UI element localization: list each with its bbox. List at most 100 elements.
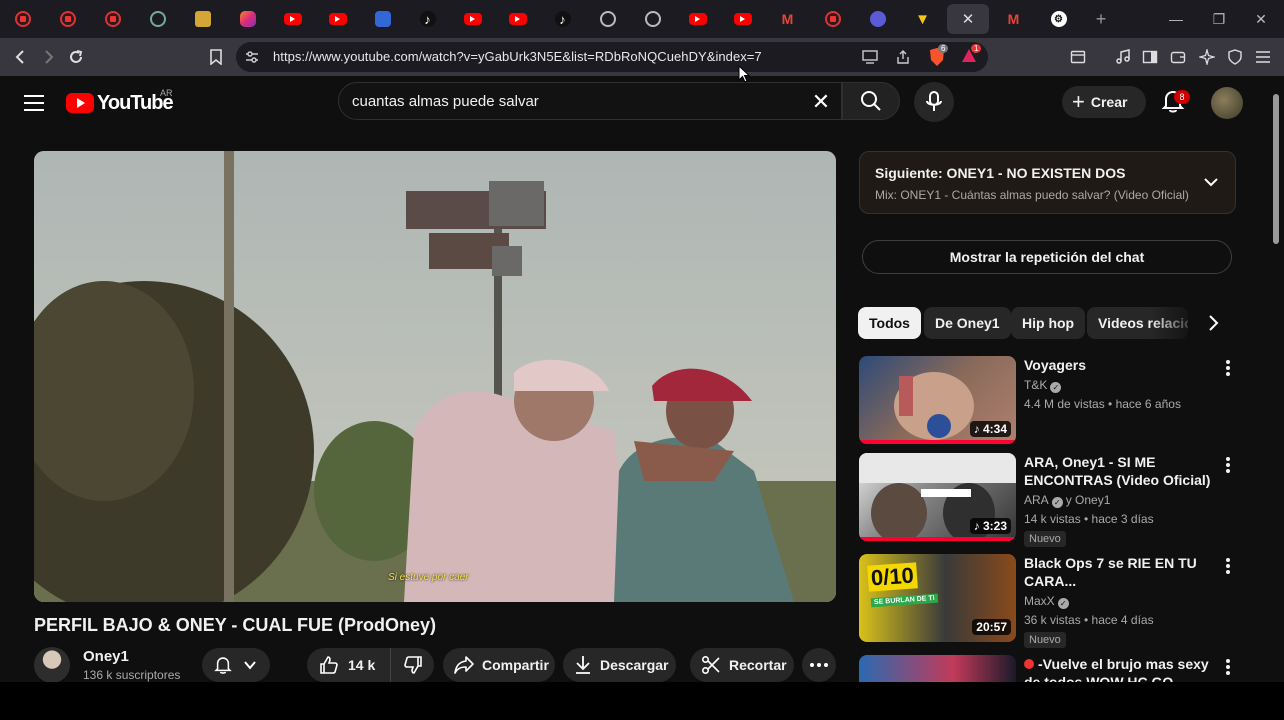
list-item[interactable]: 0/10 SE BURLAN DE TI 20:57 Black Ops 7 s…	[859, 554, 1239, 650]
window-close-icon[interactable]: ✕	[1240, 0, 1282, 38]
tab[interactable]: ♪	[540, 4, 585, 34]
search-button[interactable]	[842, 82, 900, 120]
tab-search-icon[interactable]	[1064, 43, 1092, 71]
tab[interactable]	[675, 4, 720, 34]
list-item[interactable]: -Vuelve el brujo mas sexy de todos WOW H…	[859, 655, 1239, 682]
plus-icon: +	[1072, 89, 1085, 114]
tab[interactable]	[810, 4, 855, 34]
chip-from-oney1[interactable]: De Oney1	[924, 307, 1011, 339]
channel-name[interactable]: ARA ✓ y Oney1	[1024, 493, 1110, 508]
dislike-button[interactable]	[391, 648, 434, 682]
vpn-shield-icon[interactable]	[1221, 43, 1249, 71]
playlist-next-panel[interactable]: Siguiente: ONEY1 - NO EXISTEN DOS Mix: O…	[859, 151, 1236, 214]
video-title[interactable]: ARA, Oney1 - SI ME ENCONTRAS (Video Ofic…	[1024, 453, 1214, 489]
video-stats: 36 k vistas • hace 4 días	[1024, 613, 1154, 627]
leo-ai-icon[interactable]	[1193, 43, 1221, 71]
url-text[interactable]: https://www.youtube.com/watch?v=yGabUrk3…	[273, 49, 762, 64]
wallet-icon[interactable]	[1164, 43, 1192, 71]
video-title[interactable]: -Vuelve el brujo mas sexy de todos WOW H…	[1024, 655, 1214, 682]
verified-icon: ✓	[1057, 598, 1069, 609]
mouse-cursor-icon	[738, 65, 750, 83]
minimize-icon[interactable]: —	[1155, 0, 1197, 38]
channel-avatar[interactable]	[34, 647, 70, 682]
new-tab-button[interactable]: +	[1081, 9, 1121, 30]
close-icon[interactable]: ✕	[962, 10, 975, 28]
account-avatar[interactable]	[1211, 87, 1243, 119]
back-icon[interactable]	[7, 43, 35, 71]
menu-icon[interactable]	[1249, 43, 1277, 71]
search-input[interactable]: cuantas almas puede salvar	[352, 93, 539, 110]
channel-name[interactable]: MaxX ✓	[1024, 594, 1072, 609]
more-vertical-icon[interactable]	[1225, 360, 1231, 376]
video-thumbnail[interactable]: 0/10 SE BURLAN DE TI 20:57	[859, 554, 1016, 642]
list-item[interactable]: ♪ 4:34 Voyagers T&K ✓ 4.4 M de vistas • h…	[859, 356, 1239, 452]
tab[interactable]: ⚙	[1036, 4, 1081, 34]
brave-rewards-icon[interactable]: 1	[960, 44, 982, 67]
share-button[interactable]: Compartir	[443, 648, 555, 682]
tab[interactable]: M	[765, 4, 810, 34]
site-settings-icon[interactable]	[242, 47, 262, 67]
reload-icon[interactable]	[62, 43, 90, 71]
restore-icon[interactable]: ❐	[1198, 0, 1240, 38]
more-vertical-icon[interactable]	[1225, 457, 1231, 473]
brave-shields-icon[interactable]: 6	[928, 44, 949, 67]
more-actions-button[interactable]	[802, 648, 836, 682]
media-icon[interactable]	[1109, 43, 1137, 71]
tab[interactable]	[0, 4, 45, 34]
tab[interactable]	[630, 4, 675, 34]
address-bar[interactable]: https://www.youtube.com/watch?v=yGabUrk3…	[236, 42, 988, 72]
tab[interactable]	[180, 4, 225, 34]
tab[interactable]	[135, 4, 180, 34]
show-chat-replay-button[interactable]: Mostrar la repetición del chat	[862, 240, 1232, 274]
more-vertical-icon[interactable]	[1225, 659, 1231, 675]
like-button[interactable]: 14 k	[307, 648, 391, 682]
chip-hip-hop[interactable]: Hip hop	[1011, 307, 1086, 339]
tab[interactable]	[315, 4, 360, 34]
tab[interactable]	[270, 4, 315, 34]
tab[interactable]	[450, 4, 495, 34]
tab[interactable]	[495, 4, 540, 34]
video-thumbnail[interactable]: ♪ 4:34	[859, 356, 1016, 444]
share-icon[interactable]	[893, 47, 913, 67]
subscribed-bell-button[interactable]	[202, 648, 270, 682]
tab[interactable]	[360, 4, 405, 34]
forward-icon[interactable]	[34, 43, 62, 71]
tab[interactable]	[585, 4, 630, 34]
bookmark-icon[interactable]	[202, 43, 230, 71]
video-player[interactable]	[34, 151, 836, 602]
scrollbar-thumb[interactable]	[1273, 94, 1279, 244]
chevron-right-icon[interactable]	[1203, 313, 1223, 333]
tab[interactable]: ♪	[405, 4, 450, 34]
channel-name[interactable]: Oney1	[83, 648, 129, 665]
like-dislike-group: 14 k	[307, 648, 434, 682]
download-button[interactable]: Descargar	[563, 648, 676, 682]
create-button[interactable]: + Crear	[1062, 86, 1146, 118]
tab[interactable]	[45, 4, 90, 34]
youtube-logo[interactable]: YouTube	[66, 91, 174, 115]
more-vertical-icon[interactable]	[1225, 558, 1231, 574]
list-item[interactable]: ♪ 3:23 ARA, Oney1 - SI ME ENCONTRAS (Vid…	[859, 453, 1239, 549]
tab[interactable]	[855, 4, 900, 34]
tab[interactable]	[720, 4, 765, 34]
chevron-down-icon[interactable]	[1203, 174, 1219, 190]
page-scrollbar[interactable]	[1272, 86, 1280, 682]
clip-button[interactable]: Recortar	[690, 648, 794, 682]
video-thumbnail[interactable]: ♪ 3:23	[859, 453, 1016, 541]
voice-search-button[interactable]	[914, 82, 954, 122]
tab[interactable]	[90, 4, 135, 34]
channel-name[interactable]: T&K ✓	[1024, 378, 1064, 393]
sidebar-icon[interactable]	[1136, 43, 1164, 71]
tab[interactable]	[225, 4, 270, 34]
tab[interactable]: M	[991, 4, 1036, 34]
tab[interactable]: ▼	[900, 4, 945, 34]
clear-search-icon[interactable]: ✕	[807, 88, 835, 116]
tab-active[interactable]: ✕	[947, 4, 989, 34]
chip-all[interactable]: Todos	[858, 307, 921, 339]
browser-toolbar: https://www.youtube.com/watch?v=yGabUrk3…	[0, 38, 1284, 76]
install-app-icon[interactable]	[860, 47, 880, 67]
search-box[interactable]: cuantas almas puede salvar ✕	[338, 82, 842, 120]
video-title[interactable]: Voyagers	[1024, 356, 1214, 374]
video-title[interactable]: Black Ops 7 se RIE EN TU CARA...	[1024, 554, 1214, 590]
video-thumbnail[interactable]	[859, 655, 1016, 682]
guide-menu-icon[interactable]	[24, 95, 44, 111]
